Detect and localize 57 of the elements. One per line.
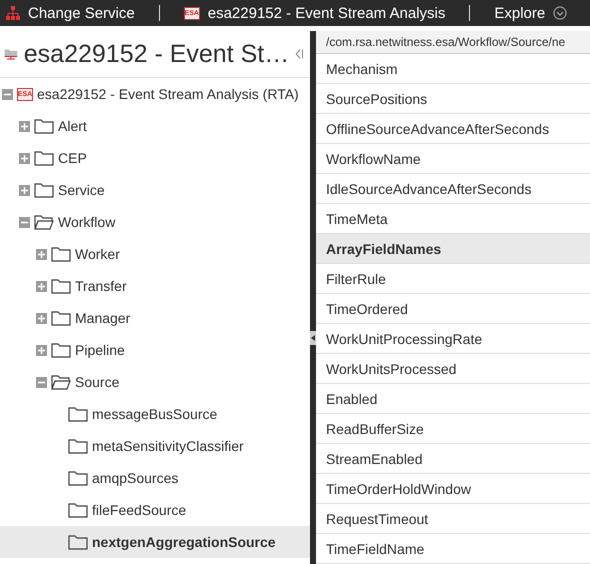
- plus-icon: [21, 186, 28, 194]
- folder-icon: [34, 150, 54, 166]
- tree-item[interactable]: Transfer: [75, 278, 127, 294]
- expand-button[interactable]: [19, 120, 30, 132]
- collapse-button[interactable]: [36, 376, 47, 388]
- collapse-button[interactable]: [19, 216, 30, 228]
- folder-icon: [68, 502, 88, 518]
- plus-icon: [38, 314, 45, 322]
- tree-item[interactable]: Source: [75, 374, 120, 390]
- collapse-button[interactable]: [2, 88, 13, 100]
- folder-icon: [51, 278, 71, 294]
- expand-button[interactable]: [19, 152, 30, 164]
- folder-icon: [51, 342, 71, 358]
- tree-item[interactable]: esa229152 - Event Stream Analysis (RTA): [37, 86, 299, 102]
- tree-item[interactable]: Workflow: [58, 214, 116, 230]
- plus-icon: [21, 122, 28, 130]
- folder-icon: [68, 534, 88, 550]
- tree-item[interactable]: amqpSources: [92, 470, 178, 486]
- minus-icon: [4, 90, 11, 98]
- expand-button[interactable]: [36, 248, 47, 260]
- tree-item[interactable]: Pipeline: [75, 342, 125, 358]
- tree-item[interactable]: messageBusSource: [92, 406, 218, 422]
- tree-item[interactable]: CEP: [58, 150, 87, 166]
- chevron-down-icon: [553, 6, 568, 20]
- folder-icon: [68, 406, 88, 422]
- plus-icon: [38, 346, 45, 354]
- expand-button[interactable]: [36, 344, 47, 356]
- expand-button[interactable]: [36, 312, 47, 324]
- tree-item[interactable]: Worker: [75, 246, 120, 262]
- property-row[interactable]: ArrayFieldNames: [316, 234, 590, 264]
- expand-button[interactable]: [19, 184, 30, 196]
- plus-icon: [21, 154, 28, 162]
- open-folder-icon: [34, 214, 54, 230]
- service-title: esa229152 - Event Stream Analysis: [208, 4, 446, 22]
- tree-item[interactable]: metaSensitivityClassifier: [92, 438, 244, 454]
- network-icon: [6, 6, 20, 20]
- panel-title: esa229152 - Event St…: [24, 40, 290, 68]
- tree-item[interactable]: Manager: [75, 310, 130, 326]
- tree-item[interactable]: fileFeedSource: [92, 502, 186, 518]
- folder-icon: [34, 182, 54, 198]
- path-header: /com.rsa.netwitness.esa/Workflow/Source/ne: [316, 31, 590, 54]
- open-folder-icon: [51, 374, 71, 390]
- tree-item[interactable]: Service: [58, 182, 105, 198]
- change-service-link[interactable]: Change Service: [28, 4, 135, 22]
- minus-icon: [38, 378, 45, 386]
- folder-icon: [68, 438, 88, 454]
- plus-icon: [38, 250, 45, 258]
- splitter-handle[interactable]: [310, 331, 316, 345]
- folder-icon: [51, 246, 71, 262]
- folder-icon: [68, 470, 88, 486]
- folder-icon: [51, 310, 71, 326]
- folder-icon: [34, 118, 54, 134]
- expand-button[interactable]: [36, 280, 47, 292]
- plus-icon: [38, 282, 45, 290]
- tree-item[interactable]: Alert: [58, 118, 87, 134]
- minus-icon: [21, 218, 28, 226]
- explore-menu[interactable]: Explore: [494, 4, 546, 22]
